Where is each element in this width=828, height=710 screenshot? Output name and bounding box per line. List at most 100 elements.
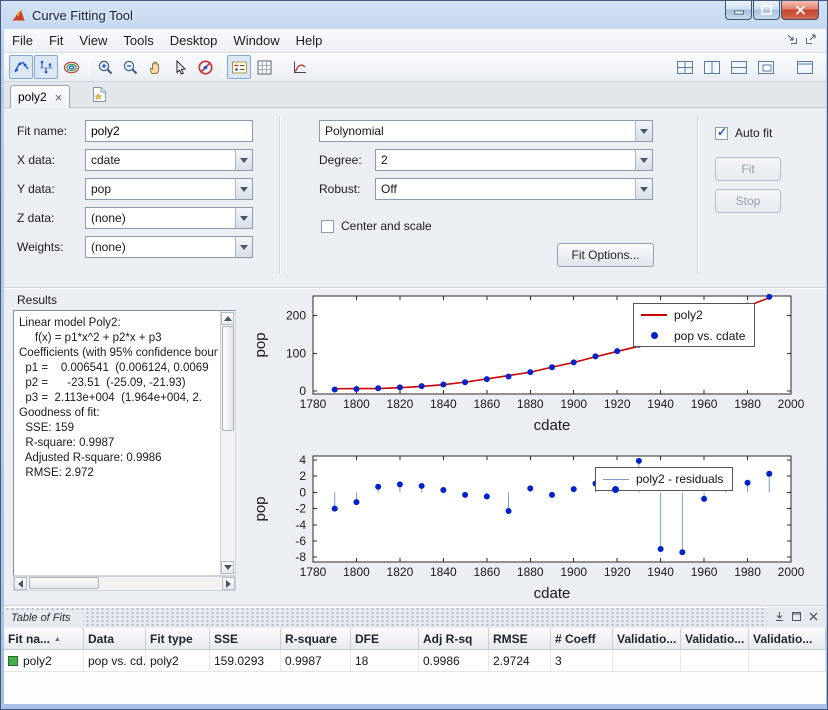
tab-close-icon[interactable]: ×: [55, 91, 63, 104]
center-and-scale-checkbox[interactable]: [321, 220, 334, 233]
new-fit-icon[interactable]: [92, 86, 107, 108]
residuals-legend[interactable]: poly2 - residuals: [595, 467, 733, 491]
column-header-validation-3[interactable]: Validatio...: [749, 628, 826, 650]
grid-toggle-icon[interactable]: [252, 55, 276, 79]
y-data-select[interactable]: pop: [85, 178, 253, 200]
residuals-plot-canvas: 1780180018201840186018801900192019401960…: [239, 449, 823, 607]
minimize-icon: [734, 6, 744, 15]
pan-icon[interactable]: [143, 55, 167, 79]
svg-text:1900: 1900: [560, 397, 587, 411]
x-data-label: X data:: [17, 149, 55, 171]
residuals-plot[interactable]: 1780180018201840186018801900192019401960…: [239, 449, 823, 607]
fit-button[interactable]: Fit: [715, 157, 781, 181]
svg-text:1800: 1800: [343, 565, 370, 579]
axis-limits-icon[interactable]: [287, 55, 311, 79]
menu-fit[interactable]: Fit: [41, 29, 71, 52]
scroll-down-icon[interactable]: [221, 561, 234, 574]
table-cell: 0.9987: [281, 650, 351, 672]
tab-poly2[interactable]: poly2 ×: [10, 85, 70, 108]
dock-panel-icon[interactable]: [774, 609, 785, 627]
column-header-validation-2[interactable]: Validatio...: [681, 628, 749, 650]
layout-tiled-icon[interactable]: [673, 55, 697, 79]
scrollbar-thumb[interactable]: [29, 577, 99, 589]
legend-marker-sample: [640, 332, 668, 339]
column-header-sse[interactable]: SSE: [210, 628, 281, 650]
svg-text:200: 200: [286, 309, 306, 323]
menu-help[interactable]: Help: [288, 29, 331, 52]
minimize-button[interactable]: [725, 1, 752, 20]
column-header-dfe[interactable]: DFE: [351, 628, 419, 650]
results-vertical-scrollbar[interactable]: [220, 311, 235, 575]
column-header-num-coeff[interactable]: # Coeff: [551, 628, 613, 650]
column-label: # Coeff: [555, 632, 596, 646]
column-header-fit-name[interactable]: Fit na... ▲: [4, 628, 84, 650]
svg-text:1860: 1860: [473, 397, 500, 411]
main-plot-legend[interactable]: poly2 pop vs. cdate: [633, 303, 755, 347]
degree-select[interactable]: 2: [375, 149, 653, 171]
titlebar[interactable]: Curve Fitting Tool: [2, 1, 826, 29]
cell-text: poly2: [23, 654, 52, 668]
matlab-app-icon: [10, 7, 26, 23]
layout-left-right-icon[interactable]: [700, 55, 724, 79]
menu-tools[interactable]: Tools: [115, 29, 161, 52]
chevron-down-icon: [235, 208, 252, 228]
maximize-button[interactable]: [753, 1, 780, 20]
column-label: Adj R-sq: [423, 632, 472, 646]
undock-arrow-icon[interactable]: [805, 32, 817, 50]
menu-desktop[interactable]: Desktop: [162, 29, 226, 52]
scroll-up-icon[interactable]: [221, 312, 234, 325]
zoom-in-icon[interactable]: [93, 55, 117, 79]
exclude-outliers-icon[interactable]: [193, 55, 217, 79]
column-header-fit-type[interactable]: Fit type: [146, 628, 210, 650]
fit-name-input[interactable]: [85, 120, 253, 142]
fit-options-button[interactable]: Fit Options...: [557, 243, 654, 267]
toolbar: [4, 53, 826, 82]
maximize-panel-icon[interactable]: [791, 609, 802, 627]
column-header-r-square[interactable]: R-square: [281, 628, 351, 650]
column-label: Fit type: [150, 632, 193, 646]
column-header-adj-r-sq[interactable]: Adj R-sq: [419, 628, 489, 650]
table-cell: 3: [551, 650, 613, 672]
z-data-select[interactable]: (none): [85, 207, 253, 229]
column-header-rmse[interactable]: RMSE: [489, 628, 551, 650]
table-cell: 18: [351, 650, 419, 672]
table-of-fits-titlebar[interactable]: Table of Fits: [4, 607, 826, 628]
layout-top-bottom-icon[interactable]: [727, 55, 751, 79]
chevron-down-icon: [235, 150, 252, 170]
dock-arrow-icon[interactable]: [786, 32, 798, 50]
zoom-out-icon[interactable]: [118, 55, 142, 79]
menu-window[interactable]: Window: [225, 29, 287, 52]
single-window-icon[interactable]: [793, 55, 817, 79]
column-header-data[interactable]: Data: [84, 628, 146, 650]
main-plot-toggle-icon[interactable]: [9, 55, 33, 79]
menu-view[interactable]: View: [71, 29, 115, 52]
results-horizontal-scrollbar[interactable]: [13, 576, 236, 591]
x-data-select[interactable]: cdate: [85, 149, 253, 171]
layout-floating-icon[interactable]: [754, 55, 778, 79]
results-box[interactable]: Linear model Poly2: f(x) = p1*x^2 + p2*x…: [13, 310, 236, 576]
column-label: Validatio...: [753, 632, 812, 646]
auto-fit-checkbox[interactable]: [715, 127, 728, 140]
column-label: R-square: [285, 632, 337, 646]
fit-type-select[interactable]: Polynomial: [319, 120, 653, 142]
weights-select[interactable]: (none): [85, 236, 253, 258]
table-cell: 2.9724: [489, 650, 551, 672]
cell-text: 159.0293: [214, 654, 264, 668]
close-button[interactable]: [781, 1, 819, 20]
close-panel-icon[interactable]: [808, 609, 819, 627]
main-plot[interactable]: 1780180018201840186018801900192019401960…: [239, 289, 823, 449]
menu-file[interactable]: File: [4, 29, 41, 52]
results-line: f(x) = p1*x^2 + p2*x + p3: [19, 331, 218, 346]
scrollbar-thumb[interactable]: [222, 326, 234, 431]
robust-select[interactable]: Off: [375, 178, 653, 200]
column-header-validation-1[interactable]: Validatio...: [613, 628, 681, 650]
contour-plot-toggle-icon[interactable]: [59, 55, 83, 79]
table-row[interactable]: poly2 pop vs. cd... poly2 159.0293 0.998…: [4, 650, 826, 672]
data-cursor-icon[interactable]: [168, 55, 192, 79]
legend-label-data: pop vs. cdate: [674, 329, 745, 343]
scroll-left-icon[interactable]: [14, 577, 27, 590]
stop-button[interactable]: Stop: [715, 189, 781, 213]
scroll-right-icon[interactable]: [222, 577, 235, 590]
residual-plot-toggle-icon[interactable]: [34, 55, 58, 79]
legend-toggle-icon[interactable]: [227, 55, 251, 79]
